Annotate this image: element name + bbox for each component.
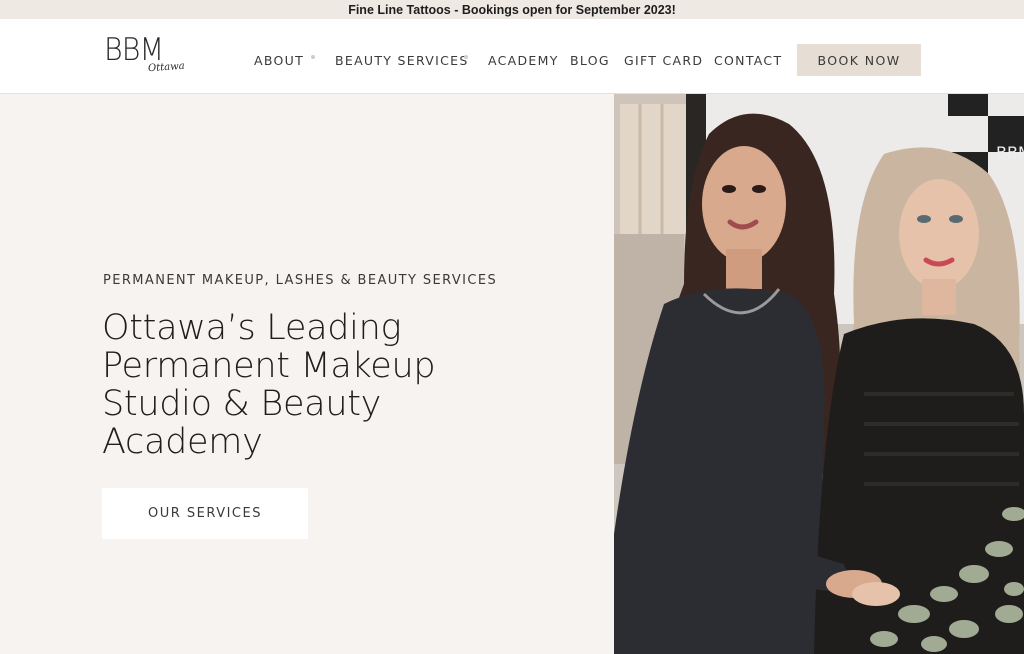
nav-item-contact[interactable]: CONTACT: [714, 53, 782, 68]
hero-eyebrow: PERMANENT MAKEUP, LASHES & BEAUTY SERVIC…: [103, 273, 498, 288]
logo-mark: BBM: [104, 32, 164, 68]
sign-text: BBM: [996, 143, 1024, 162]
site-header: BBM Ottawa ABOUT BEAUTY SERVICES ACADEMY…: [0, 19, 1024, 94]
hero-photo: BBM: [614, 94, 1024, 654]
logo[interactable]: BBM Ottawa: [104, 35, 194, 83]
hero-headline: Ottawa’s Leading Permanent Makeup Studio…: [102, 308, 436, 462]
nav-item-beauty-services[interactable]: BEAUTY SERVICES: [335, 53, 469, 68]
hero-text-panel: PERMANENT MAKEUP, LASHES & BEAUTY SERVIC…: [0, 94, 614, 654]
nav-item-academy[interactable]: ACADEMY: [488, 53, 559, 68]
dropdown-indicator-icon: [464, 55, 468, 59]
announcement-text: Fine Line Tattoos - Bookings open for Se…: [348, 2, 676, 17]
nav-item-blog[interactable]: BLOG: [570, 53, 610, 68]
logo-subtitle: Ottawa: [147, 60, 186, 75]
nav-item-gift-card[interactable]: GIFT CARD: [624, 53, 703, 68]
our-services-button[interactable]: OUR SERVICES: [102, 488, 308, 539]
announcement-bar: Fine Line Tattoos - Bookings open for Se…: [0, 0, 1024, 19]
dropdown-indicator-icon: [311, 55, 315, 59]
nav-item-about[interactable]: ABOUT: [254, 53, 304, 68]
hero-photo-illustration: BBM: [614, 94, 1024, 654]
book-now-button[interactable]: BOOK NOW: [797, 44, 921, 76]
